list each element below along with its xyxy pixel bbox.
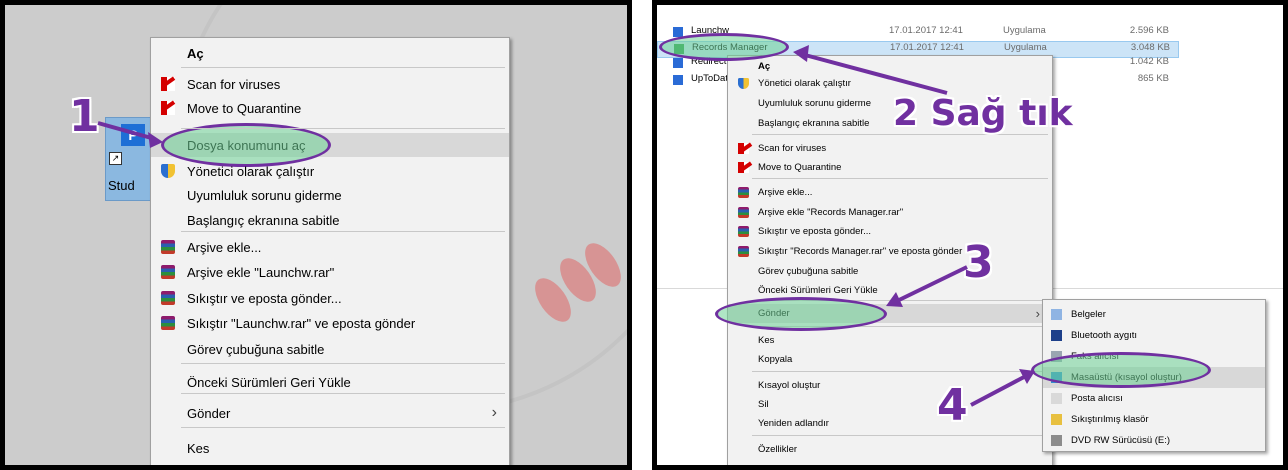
annotation-arrows: [793, 45, 1035, 407]
step-1-arrow: [97, 121, 163, 148]
left-screenshot-panel: P ↗ Stud Aç Scan for viruses Move to Quara…: [0, 0, 632, 470]
right-screenshot-panel: Launchw17.01.2017 12:41Uygulama2.596 KBR…: [652, 0, 1288, 470]
